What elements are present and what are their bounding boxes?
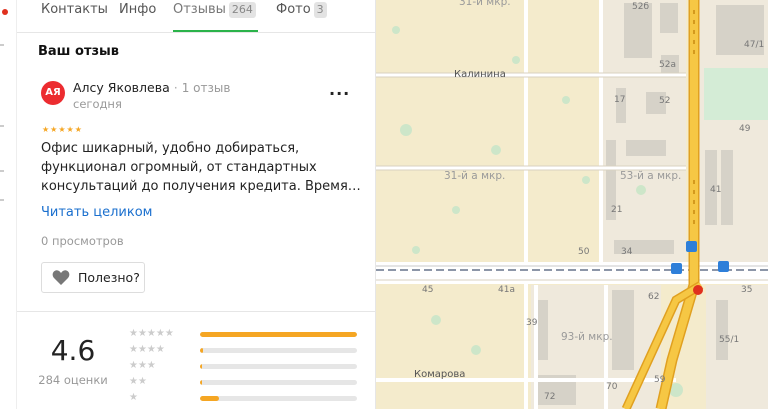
house-number: 39 [526, 318, 538, 328]
notification-dot [2, 9, 8, 15]
rating-row-stars: ★★ [129, 376, 147, 387]
house-number: 34 [621, 247, 633, 257]
review-text-line: консультаций до получения кредита. Время… [41, 179, 361, 194]
rating-bar [200, 364, 357, 369]
house-number: 35 [741, 285, 753, 295]
house-number: 17 [614, 95, 626, 105]
more-options-button[interactable]: ... [329, 80, 350, 99]
rating-count: 284 оценки [38, 373, 108, 387]
street-label: Калинина [454, 69, 506, 80]
house-number: 41 [710, 185, 722, 195]
rating-bar-fill [200, 396, 219, 401]
house-number: 70 [606, 382, 618, 392]
rating-bar-fill [200, 364, 203, 369]
tab-label: Отзывы [173, 2, 226, 17]
district-label: 31-й а мкр. [444, 170, 506, 182]
author-review-count: 1 отзыв [181, 81, 231, 95]
review-stars: ★★★★★ [42, 125, 83, 134]
separator-dot: · [173, 80, 178, 95]
review-text-line: Офис шикарный, удобно добираться, [41, 141, 300, 156]
tab-label: Инфо [119, 2, 157, 17]
strip-tick [0, 125, 4, 127]
review-author: Алсу Яковлева · 1 отзыв [73, 80, 230, 95]
street-label: Комарова [414, 369, 466, 380]
house-number: 41а [498, 285, 515, 295]
house-number: 59 [654, 375, 666, 385]
divider [17, 311, 375, 312]
strip-tick [0, 44, 4, 46]
map-view[interactable]: Калинина Комарова 31-й мкр. 31-й а мкр. … [376, 0, 768, 409]
rating-row-stars: ★★★ [129, 360, 156, 371]
left-strip [0, 0, 17, 409]
rating-bar [200, 332, 357, 337]
district-label: 53-й а мкр. [620, 170, 682, 182]
house-number: 72 [544, 392, 556, 402]
house-number: 55/1 [719, 335, 740, 345]
tab-label: Фото [276, 2, 311, 17]
views-count: 0 просмотров [41, 234, 124, 248]
review-date: сегодня [73, 97, 122, 111]
rating-bar-fill [200, 380, 203, 385]
rating-bar [200, 348, 357, 353]
review-text: Офис шикарный, удобно добираться, функци… [41, 139, 361, 196]
house-number: 52а [659, 60, 676, 70]
tab-count-badge: 3 [313, 2, 327, 18]
house-number: 45 [422, 285, 434, 295]
read-more-link[interactable]: Читать целиком [41, 205, 152, 220]
house-number: 21 [611, 205, 623, 215]
tab-info[interactable]: Инфо [119, 2, 156, 32]
house-number: 62 [648, 292, 660, 302]
rating-row-stars: ★ [129, 392, 138, 403]
heart-icon [52, 270, 70, 285]
district-label: 31-й мкр. [459, 0, 511, 8]
tab-label: Контакты [41, 2, 108, 17]
avatar[interactable]: АЯ [41, 81, 65, 105]
house-number: 52б [632, 2, 650, 12]
tab-reviews[interactable]: Отзывы 264 [173, 2, 258, 32]
rating-bar-fill [200, 332, 357, 337]
rating-row-stars: ★★★★ [129, 344, 165, 355]
house-number: 52 [659, 96, 671, 106]
tab-photos[interactable]: Фото 3 [276, 2, 327, 32]
rating-bar-fill [200, 348, 204, 353]
strip-tick [0, 170, 4, 172]
strip-tick [0, 199, 4, 201]
house-number: 49 [739, 124, 751, 134]
district-label: 93-й мкр. [561, 331, 613, 343]
house-number: 47/1 [744, 40, 765, 50]
review-text-line: функционал огромный, от стандартных [41, 160, 317, 175]
rating-score: 4.6 [50, 334, 96, 367]
map-canvas [376, 0, 768, 409]
house-number: 50 [578, 247, 590, 257]
tab-contacts[interactable]: Контакты [41, 2, 108, 32]
author-name[interactable]: Алсу Яковлева [73, 80, 170, 95]
useful-button[interactable]: Полезно? [41, 262, 145, 293]
rating-row-stars: ★★★★★ [129, 328, 174, 339]
organization-panel: Контакты Инфо Отзывы 264 Фото 3 Ваш отзыв … [17, 0, 376, 409]
useful-label: Полезно? [78, 270, 140, 285]
rating-bar [200, 380, 357, 385]
section-title: Ваш отзыв [38, 44, 120, 59]
tab-bar: Контакты Инфо Отзывы 264 Фото 3 [17, 0, 375, 33]
rating-bar [200, 396, 357, 401]
tab-count-badge: 264 [228, 2, 256, 18]
